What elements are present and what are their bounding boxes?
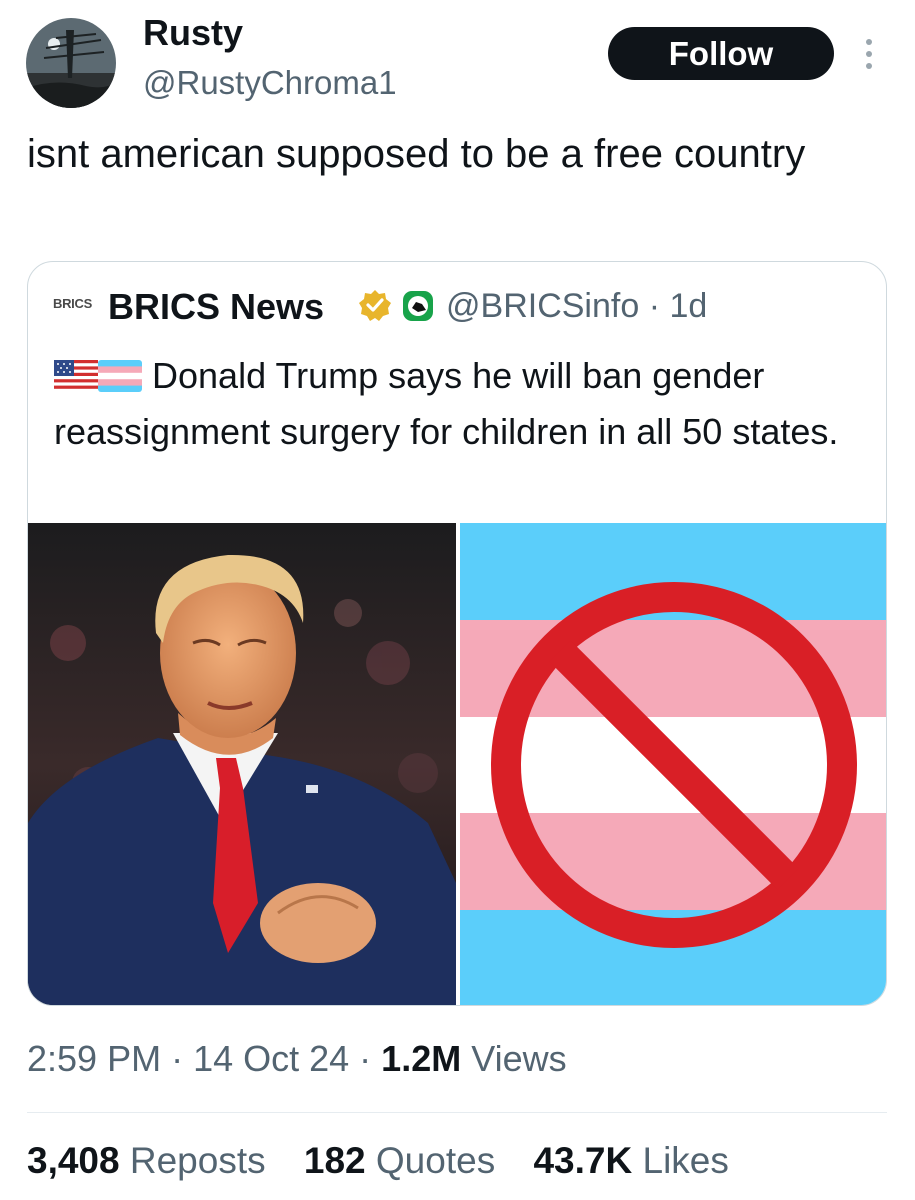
us-flag-icon xyxy=(54,354,98,406)
follow-button[interactable]: Follow xyxy=(608,27,834,80)
affiliate-badge-icon xyxy=(402,290,434,322)
author-name[interactable]: Rusty xyxy=(143,12,243,54)
more-options-icon[interactable] xyxy=(862,36,876,72)
likes-stat[interactable]: 43.7K Likes xyxy=(533,1140,728,1182)
likes-count: 43.7K xyxy=(533,1140,633,1181)
verified-badge-icon xyxy=(358,288,392,322)
meta-separator: · xyxy=(349,1038,382,1079)
quotes-label: Quotes xyxy=(365,1140,496,1181)
quoted-tweet-card[interactable]: BRICS BRICS News @BRICSinfo · 1d Donald … xyxy=(27,261,887,1006)
quotes-count: 182 xyxy=(303,1140,366,1181)
avatar-image xyxy=(26,18,116,108)
tweet-text: isnt american supposed to be a free coun… xyxy=(27,132,806,176)
divider xyxy=(27,1112,887,1113)
quoted-author-handle[interactable]: @BRICSinfo · 1d xyxy=(446,287,707,326)
brics-logo: BRICS xyxy=(53,296,92,311)
reposts-label: Reposts xyxy=(119,1140,266,1181)
likes-label: Likes xyxy=(632,1140,729,1181)
engagement-stats: 3,408 Reposts 182 Quotes 43.7K Likes xyxy=(27,1140,757,1182)
quoted-tweet-body: Donald Trump says he will ban gender rea… xyxy=(54,355,839,452)
views-label: Views xyxy=(461,1038,567,1079)
tweet-meta: 2:59 PM · 14 Oct 24 · 1.2M Views xyxy=(27,1038,567,1080)
quotes-stat[interactable]: 182 Quotes xyxy=(304,1140,495,1182)
views-count: 1.2M xyxy=(381,1038,462,1079)
quoted-author-name[interactable]: BRICS News xyxy=(108,286,324,328)
transgender-flag-icon xyxy=(98,354,142,406)
quoted-tweet-text: Donald Trump says he will ban gender rea… xyxy=(54,350,864,458)
meta-separator: · xyxy=(161,1038,194,1079)
reposts-stat[interactable]: 3,408 Reposts xyxy=(27,1140,266,1182)
tweet-time[interactable]: 2:59 PM xyxy=(27,1038,161,1079)
author-handle[interactable]: @RustyChroma1 xyxy=(143,64,397,102)
tweet-date[interactable]: 14 Oct 24 xyxy=(193,1038,349,1079)
avatar[interactable] xyxy=(26,18,116,108)
banned-trans-flag[interactable] xyxy=(460,523,886,1005)
trump-photo[interactable] xyxy=(28,523,456,1005)
reposts-count: 3,408 xyxy=(27,1140,120,1181)
